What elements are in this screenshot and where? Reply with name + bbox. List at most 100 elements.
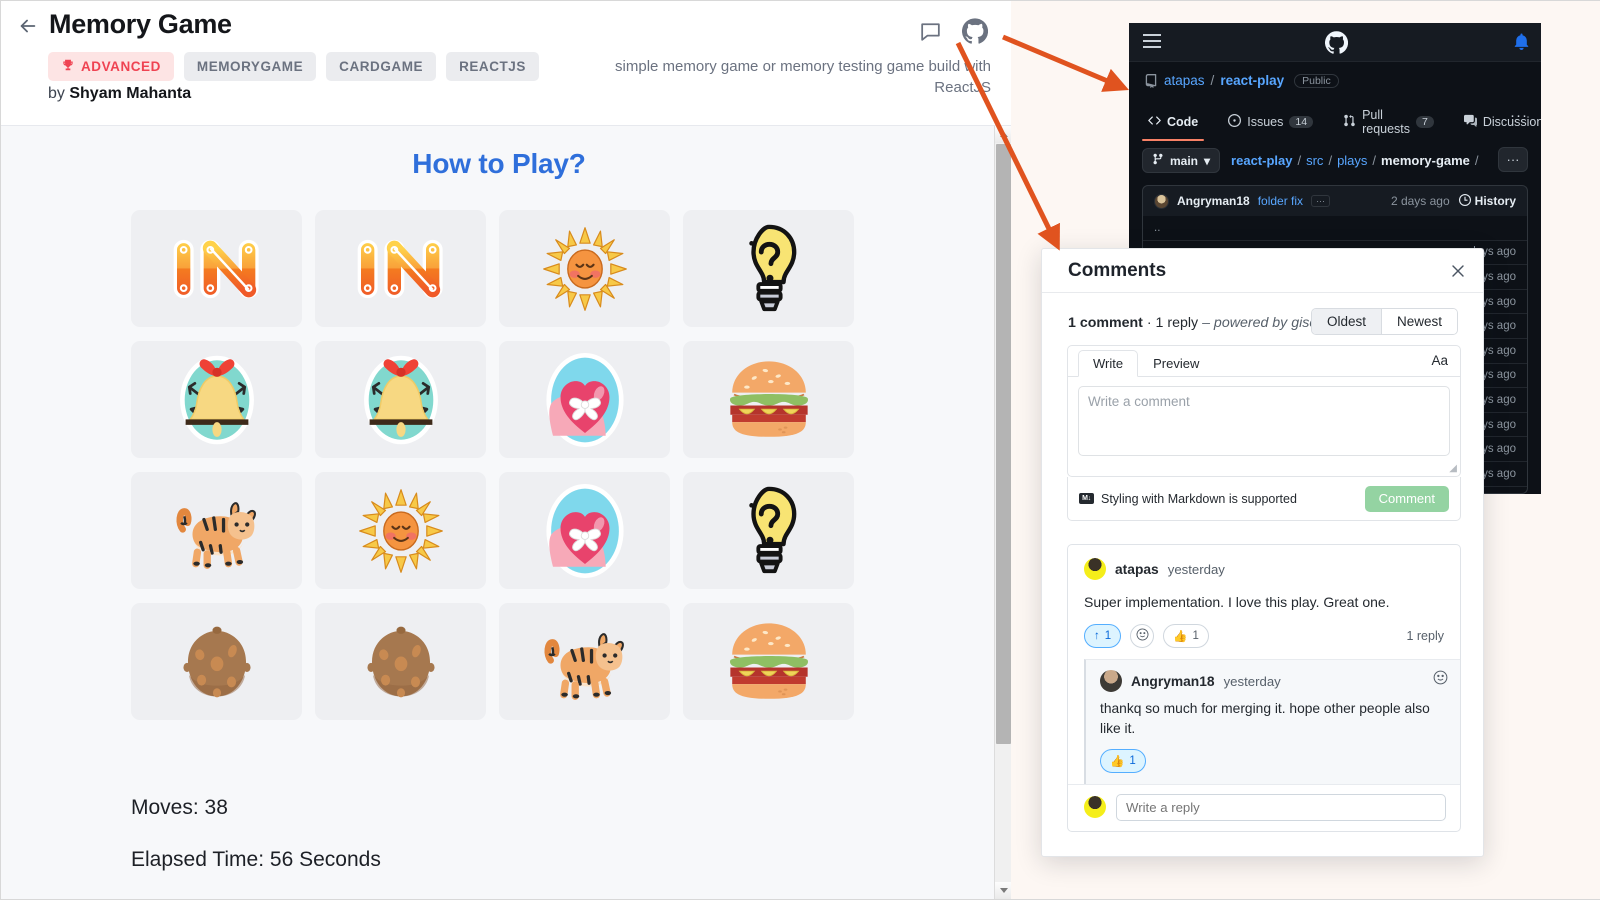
meta-dot: · (1146, 315, 1152, 331)
card-cookie-2[interactable] (315, 603, 486, 720)
crumb-repo[interactable]: react-play (1231, 153, 1292, 168)
vertical-scrollbar[interactable] (994, 126, 1011, 899)
card-bell-2[interactable] (315, 341, 486, 458)
avatar (1084, 796, 1106, 819)
branch-selector[interactable]: main ▾ (1142, 148, 1221, 173)
scroll-up-button[interactable] (995, 126, 1011, 143)
crumb-sep: / (1328, 153, 1333, 168)
arrow-left-icon[interactable] (13, 11, 43, 41)
comment-composer: Write Preview Aa Write a comment ◢ (1067, 345, 1461, 477)
github-mark-icon (1324, 31, 1349, 54)
card-bulb-2[interactable] (683, 472, 854, 589)
elapsed-time: Elapsed Time: 56 Seconds (131, 848, 381, 871)
repo-nav-overflow[interactable]: ··· (1510, 107, 1528, 124)
game-stats: Moves: 38 Elapsed Time: 56 Seconds (131, 796, 381, 899)
crumb-current: memory-game (1381, 153, 1470, 168)
crumb-sep: / (1372, 153, 1377, 168)
screenshot-root: Memory Game ADVANCED MEMORYGAME CARDGAME… (0, 0, 1600, 900)
path-more-button[interactable]: ··· (1498, 147, 1528, 172)
repo-breadcrumb-header: atapas / react-play Public (1144, 73, 1339, 88)
comment-count: 1 comment (1068, 315, 1143, 331)
tab-issues[interactable]: Issues 14 (1222, 110, 1319, 141)
close-icon[interactable] (1447, 260, 1469, 282)
file-row[interactable]: .. (1143, 216, 1527, 241)
tab-preview[interactable]: Preview (1138, 350, 1214, 377)
tab-pull-requests[interactable]: Pull requests 7 (1337, 104, 1440, 147)
history-button[interactable]: History (1458, 193, 1516, 209)
resize-grip-icon[interactable]: ◢ (1449, 463, 1457, 474)
avatar[interactable] (1100, 670, 1122, 692)
submit-comment-button[interactable]: Comment (1364, 485, 1449, 512)
crumb-sep: / (1297, 153, 1302, 168)
repo-owner-link[interactable]: atapas (1164, 73, 1205, 88)
section-title: How to Play? (412, 148, 586, 179)
tag-cardgame[interactable]: CARDGAME (326, 52, 437, 81)
comment-header: atapas yesterday (1084, 558, 1444, 580)
heart-gift-icon (545, 483, 624, 578)
github-icon[interactable] (961, 17, 989, 45)
upvote-reaction[interactable]: ↑ 1 (1084, 624, 1122, 648)
thumbs-up-icon: 👍 (1173, 631, 1188, 643)
bulb-question-icon (748, 486, 796, 573)
thread-reply-count[interactable]: 1 reply (1406, 629, 1444, 643)
comment-input[interactable]: Write a comment (1078, 386, 1450, 456)
notification-bell-icon[interactable] (1513, 33, 1530, 50)
comment-time: yesterday (1167, 561, 1225, 577)
pr-icon (1343, 114, 1356, 130)
tag-advanced[interactable]: ADVANCED (48, 52, 174, 81)
tag-reactjs[interactable]: REACTJS (446, 52, 539, 81)
card-burger-2[interactable] (683, 603, 854, 720)
card-heart-1[interactable] (499, 341, 670, 458)
card-burger-1[interactable] (683, 341, 854, 458)
tab-discussions[interactable]: Discussions (1458, 110, 1541, 141)
bell-icon (179, 355, 254, 444)
card-in-1[interactable] (131, 210, 302, 327)
card-in-2[interactable] (315, 210, 486, 327)
reply-author[interactable]: Angryman18 (1131, 674, 1215, 689)
comment-author[interactable]: atapas (1115, 562, 1159, 577)
comment-icon[interactable] (916, 17, 944, 45)
crumb-src[interactable]: src (1306, 153, 1323, 168)
comment-reply-item: Angryman18 yesterday thankq so much for … (1084, 659, 1460, 784)
play-description: simple memory game or memory testing gam… (615, 58, 991, 97)
reply-input[interactable] (1116, 793, 1446, 821)
card-sun-1[interactable] (499, 210, 670, 327)
avatar[interactable] (1084, 558, 1106, 580)
repo-name-link[interactable]: react-play (1220, 73, 1284, 88)
add-reaction-button[interactable] (1130, 624, 1155, 648)
thumbsup-reaction[interactable]: 👍 1 (1163, 624, 1209, 648)
card-bell-1[interactable] (131, 341, 302, 458)
app-header: Memory Game ADVANCED MEMORYGAME CARDGAME… (1, 1, 1011, 126)
tab-write[interactable]: Write (1078, 350, 1139, 377)
branch-name: main (1170, 153, 1199, 168)
header-icon-group (916, 17, 989, 45)
commit-message[interactable]: folder fix (1258, 194, 1303, 208)
card-sun-2[interactable] (315, 472, 486, 589)
thumbsup-count: 1 (1192, 630, 1199, 642)
code-icon (1148, 114, 1161, 130)
smiley-icon[interactable] (1433, 670, 1448, 690)
file-path-row: main ▾ react-play / src / plays / memory… (1142, 148, 1528, 173)
sort-oldest[interactable]: Oldest (1311, 309, 1381, 334)
tag-memorygame[interactable]: MEMORYGAME (183, 52, 317, 81)
in-logo-icon (173, 239, 259, 298)
card-cat-2[interactable] (499, 603, 670, 720)
card-heart-2[interactable] (499, 472, 670, 589)
thumbsup-reaction[interactable]: 👍 1 (1100, 748, 1146, 773)
sort-newest[interactable]: Newest (1380, 309, 1457, 334)
commit-author[interactable]: Angryman18 (1177, 194, 1250, 208)
issues-count: 14 (1289, 116, 1314, 128)
card-bulb-1[interactable] (683, 210, 854, 327)
font-size-toggle[interactable]: Aa (1431, 353, 1448, 368)
hamburger-icon[interactable] (1143, 34, 1161, 50)
card-cat-1[interactable] (131, 472, 302, 589)
comment-body: Super implementation. I love this play. … (1084, 594, 1390, 610)
scroll-down-button[interactable] (995, 882, 1011, 899)
card-cookie-1[interactable] (131, 603, 302, 720)
crumb-plays[interactable]: plays (1337, 153, 1367, 168)
reply-time: yesterday (1223, 673, 1281, 689)
scrollbar-thumb[interactable] (996, 144, 1011, 744)
comments-meta: 1 comment · 1 reply – powered by giscus (1068, 315, 1331, 331)
tab-label: Issues (1247, 115, 1284, 129)
tab-code[interactable]: Code (1142, 110, 1205, 141)
